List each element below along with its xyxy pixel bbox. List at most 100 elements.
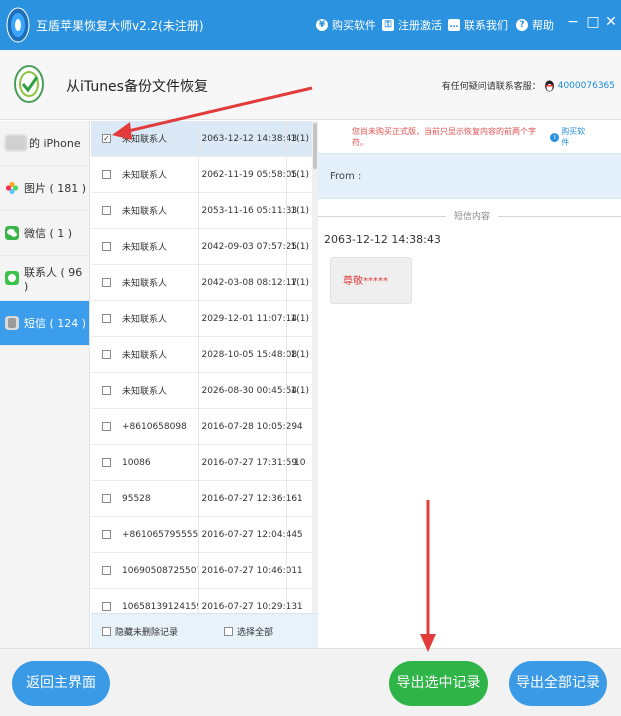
close-button[interactable]: ✕ — [603, 14, 619, 30]
sidebar-item-wechat[interactable]: 微信 ( 1 ) — [0, 211, 89, 256]
message-count: 4 — [286, 408, 312, 445]
buy-link-label: 购买软件 — [561, 127, 586, 147]
section-divider: 短信内容 — [318, 199, 621, 233]
sub-header: 从iTunes备份文件恢复 有任何疑问请联系客服： 4000076365 — [0, 50, 621, 120]
contact-name: 95528 — [122, 493, 151, 504]
message-date: 2016-07-27 17:31:59 — [198, 444, 297, 481]
app-title: 互盾苹果恢复大师v2.2(未注册) — [36, 19, 204, 33]
contact-name: +8610658098 — [122, 421, 187, 432]
message-date: 2042-09-03 07:57:25 — [198, 228, 297, 265]
message-date: 2053-11-16 05:11:33 — [198, 192, 297, 229]
message-count: 1(1) — [286, 336, 312, 373]
sidebar-item-label: 短信 ( 124 ) — [24, 317, 87, 330]
contact-name: 未知联系人 — [122, 315, 168, 325]
contact-label: 有任何疑问请联系客服： — [441, 82, 541, 92]
table-row[interactable]: 1065813912415996533 2016-07-27 10:29:13 … — [91, 588, 312, 613]
row-checkbox[interactable] — [102, 602, 111, 611]
message-count: 1(1) — [286, 300, 312, 337]
table-row[interactable]: +861065795555 2016-07-27 12:04:44 5 — [91, 516, 312, 553]
message-bubble: 尊敬***** — [330, 257, 412, 304]
table-row[interactable]: 未知联系人 2042-09-03 07:57:25 1(1) — [91, 228, 312, 265]
blurred-device-name — [5, 135, 27, 151]
sidebar-item-label: 联系人 ( 96 ) — [24, 265, 83, 293]
row-checkbox[interactable] — [102, 566, 111, 575]
table-row[interactable]: 106905087255070205 2016-07-27 10:46:01 1 — [91, 552, 312, 589]
message-date: 2016-07-27 10:29:13 — [198, 588, 297, 613]
message-list: ✓ 未知联系人 2063-12-12 14:38:43 1(1) 未知联系人 2… — [91, 121, 312, 613]
message-date: 2016-07-28 10:05:29 — [198, 408, 297, 445]
table-row[interactable]: 未知联系人 2028-10-05 15:48:08 1(1) — [91, 336, 312, 373]
table-row[interactable]: 95528 2016-07-27 12:36:16 1 — [91, 480, 312, 517]
contact-name: 106905087255070205 — [122, 565, 198, 576]
row-checkbox[interactable] — [102, 422, 111, 431]
row-checkbox[interactable]: ✓ — [102, 134, 111, 143]
itunes-backup-icon — [14, 65, 44, 103]
table-row[interactable]: +8610658098 2016-07-28 10:05:29 4 — [91, 408, 312, 445]
row-checkbox[interactable] — [102, 386, 111, 395]
row-checkbox[interactable] — [102, 242, 111, 251]
contact-menu[interactable]: … 联系我们 — [448, 17, 508, 33]
sidebar-item-contacts[interactable]: 联系人 ( 96 ) — [0, 256, 89, 301]
row-checkbox[interactable] — [102, 458, 111, 467]
table-row[interactable]: ✓ 未知联系人 2063-12-12 14:38:43 1(1) — [91, 121, 312, 157]
table-row[interactable]: 未知联系人 2053-11-16 05:11:33 1(1) — [91, 192, 312, 229]
from-label: From : — [330, 170, 362, 182]
sidebar-item-label: 微信 ( 1 ) — [24, 227, 73, 240]
sidebar-item-sms[interactable]: 短信 ( 124 ) — [0, 301, 89, 346]
export-all-button[interactable]: 导出全部记录 — [509, 661, 607, 706]
hide-deleted-label[interactable]: 隐藏未删除记录 — [115, 625, 178, 638]
row-checkbox[interactable] — [102, 206, 111, 215]
back-to-main-button[interactable]: 返回主界面 — [12, 661, 110, 706]
help-menu[interactable]: ? 帮助 — [516, 17, 554, 33]
maximize-button[interactable]: □ — [585, 14, 601, 30]
row-checkbox[interactable] — [102, 494, 111, 503]
info-icon: i — [550, 132, 560, 142]
trial-notice: 您尚未购买正式版，当前只显示恢复内容的前两个字符。 i 购买软件 — [318, 121, 621, 153]
message-count: 1(1) — [286, 192, 312, 229]
scrollbar-thumb[interactable] — [313, 123, 317, 169]
message-count: 1 — [286, 552, 312, 589]
select-all-checkbox[interactable] — [224, 626, 234, 636]
buy-software-menu[interactable]: ¥ 购买软件 — [316, 17, 376, 33]
message-date: 2062-11-19 05:58:05 — [198, 156, 297, 193]
export-selected-button[interactable]: 导出选中记录 — [389, 661, 488, 706]
qq-number-link[interactable]: 4000076365 — [558, 81, 615, 91]
table-row[interactable]: 未知联系人 2029-12-01 11:07:14 1(1) — [91, 300, 312, 337]
sms-icon — [5, 316, 19, 330]
contact-name: 未知联系人 — [122, 387, 168, 397]
wechat-icon — [5, 226, 19, 240]
sidebar-item-photos[interactable]: 图片 ( 181 ) — [0, 166, 89, 211]
buy-software-link[interactable]: i 购买软件 — [550, 126, 593, 148]
message-date: 2016-07-27 10:46:01 — [198, 552, 297, 589]
row-checkbox[interactable] — [102, 530, 111, 539]
row-checkbox[interactable] — [102, 314, 111, 323]
hide-deleted-checkbox[interactable] — [102, 626, 111, 636]
cart-icon: ¥ — [316, 19, 328, 31]
section-label: 短信内容 — [446, 209, 499, 222]
message-count: 5 — [286, 516, 312, 553]
message-count: 1(1) — [286, 156, 312, 193]
table-row[interactable]: 未知联系人 2026-08-30 00:45:54 1(1) — [91, 372, 312, 409]
message-count: 1(1) — [286, 228, 312, 265]
contact-label: 联系我们 — [464, 19, 508, 32]
trial-notice-text: 您尚未购买正式版，当前只显示恢复内容的前两个字符。 — [352, 127, 536, 147]
contact-name: 未知联系人 — [122, 243, 168, 253]
list-footer: 隐藏未删除记录 选择全部 — [91, 613, 318, 648]
sidebar-item-device[interactable]: 的 iPhone — [0, 121, 89, 166]
table-row[interactable]: 未知联系人 2062-11-19 05:58:05 1(1) — [91, 156, 312, 193]
row-checkbox[interactable] — [102, 170, 111, 179]
contact-name: 10086 — [122, 457, 151, 468]
chat-icon: … — [448, 19, 460, 31]
message-date: 2029-12-01 11:07:14 — [198, 300, 297, 337]
contact-name: 未知联系人 — [122, 351, 168, 361]
minimize-button[interactable]: − — [565, 14, 581, 30]
photos-icon — [5, 181, 19, 195]
table-row[interactable]: 未知联系人 2042-03-08 08:12:17 1(1) — [91, 264, 312, 301]
row-checkbox[interactable] — [102, 350, 111, 359]
row-checkbox[interactable] — [102, 278, 111, 287]
message-date: 2016-07-27 12:36:16 — [198, 480, 297, 517]
table-row[interactable]: 10086 2016-07-27 17:31:59 10 — [91, 444, 312, 481]
register-menu[interactable]: ⚿ 注册激活 — [382, 17, 442, 33]
message-count: 1 — [286, 480, 312, 517]
select-all-label[interactable]: 选择全部 — [237, 625, 273, 638]
